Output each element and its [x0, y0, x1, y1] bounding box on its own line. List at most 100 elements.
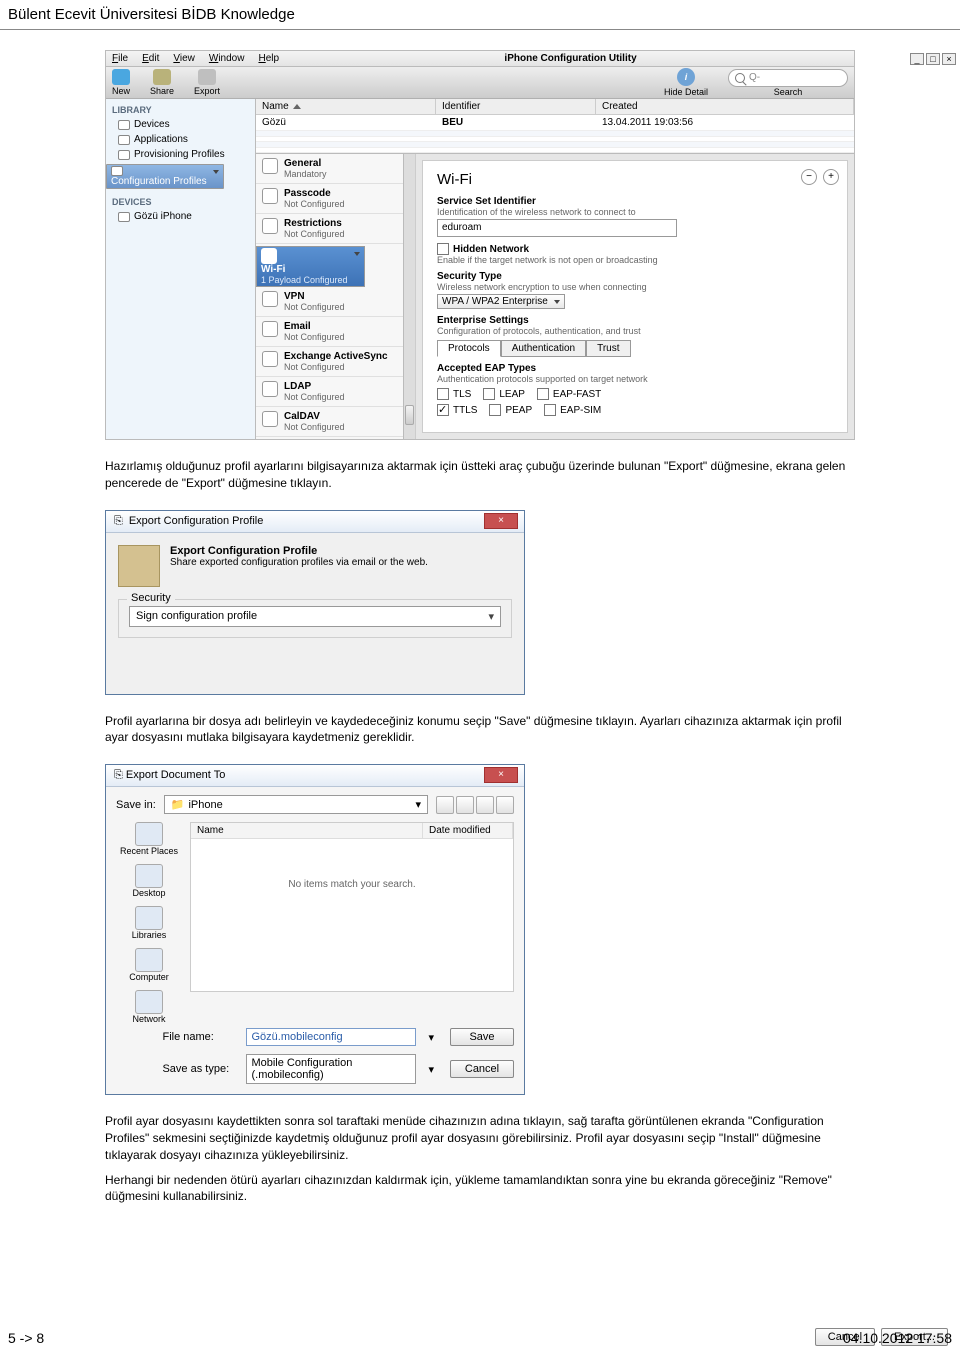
scrollbar-thumb[interactable]	[405, 405, 414, 425]
sectype-dropdown[interactable]: WPA / WPA2 Enterprise	[437, 294, 565, 309]
payload-title: Email	[284, 321, 345, 332]
export-button[interactable]: Export	[194, 69, 220, 96]
ent-desc: Configuration of protocols, authenticati…	[437, 326, 833, 336]
security-legend: Security	[127, 592, 175, 604]
sidebar-item-config-profiles[interactable]: Configuration Profiles	[106, 164, 224, 189]
detail-heading: Wi-Fi	[437, 171, 833, 188]
tab-protocols[interactable]: Protocols	[437, 340, 501, 357]
menu-file[interactable]: File	[112, 53, 128, 64]
place-recent[interactable]: Recent Places	[120, 822, 178, 856]
save-button[interactable]: Save	[450, 1028, 514, 1046]
payload-ldap[interactable]: LDAPNot Configured	[256, 377, 415, 407]
recent-icon	[135, 822, 163, 846]
add-payload-button[interactable]: +	[823, 169, 839, 185]
sidebar-item-applications[interactable]: Applications	[106, 132, 255, 147]
cell-name: Gözü	[256, 115, 436, 130]
payload-sub: Not Configured	[284, 302, 345, 312]
sort-asc-icon	[293, 104, 301, 109]
col-date[interactable]: Date modified	[423, 823, 513, 838]
folder-dropdown[interactable]: 📁iPhone▾	[164, 795, 428, 814]
page-number: 5 -> 8	[8, 1330, 44, 1346]
search-label: Search	[774, 87, 803, 97]
hide-detail-button[interactable]: iHide Detail	[664, 68, 708, 97]
menu-help[interactable]: Help	[258, 53, 279, 64]
close-icon[interactable]: ×	[942, 53, 956, 65]
ldap-icon	[262, 381, 278, 397]
savein-label: Save in:	[116, 799, 156, 811]
hidden-checkbox[interactable]	[437, 243, 449, 255]
provisioning-icon	[118, 150, 130, 160]
newfolder-button[interactable]	[476, 796, 494, 814]
ttls-checkbox[interactable]	[437, 404, 449, 416]
cancel-button[interactable]: Cancel	[450, 1060, 514, 1078]
remove-payload-button[interactable]: −	[801, 169, 817, 185]
export-icon: ⎘	[114, 769, 123, 781]
paragraph-2: Profil ayarlarına bir dosya adı belirley…	[105, 713, 855, 747]
payload-sub: Not Configured	[284, 392, 345, 402]
tab-trust[interactable]: Trust	[586, 340, 630, 357]
payload-title: Passcode	[284, 188, 345, 199]
place-label: Computer	[129, 972, 169, 982]
paragraph-1: Hazırlamış olduğunuz profil ayarlarını b…	[105, 458, 855, 492]
tls-label: TLS	[453, 389, 471, 400]
menu-edit[interactable]: Edit	[142, 53, 159, 64]
minimize-icon[interactable]: _	[910, 53, 924, 65]
col-name[interactable]: Name	[191, 823, 423, 838]
close-icon[interactable]: ×	[484, 767, 518, 783]
peap-checkbox[interactable]	[489, 404, 501, 416]
maximize-icon[interactable]: □	[926, 53, 940, 65]
scrollbar[interactable]	[403, 154, 415, 439]
payload-eas[interactable]: Exchange ActiveSyncNot Configured	[256, 347, 415, 377]
sign-dropdown[interactable]: Sign configuration profile	[129, 606, 501, 627]
menu-view[interactable]: View	[173, 53, 195, 64]
payload-caldav[interactable]: CalDAVNot Configured	[256, 407, 415, 437]
ttls-label: TTLS	[453, 405, 477, 416]
payload-restrictions[interactable]: RestrictionsNot Configured	[256, 214, 415, 244]
close-icon[interactable]: ×	[484, 513, 518, 529]
share-button[interactable]: Share	[150, 69, 174, 96]
table-row[interactable]: Gözü BEU 13.04.2011 19:03:56	[256, 115, 854, 131]
sectype-label: Security Type	[437, 271, 833, 282]
payload-sub: Mandatory	[284, 169, 327, 179]
payload-email[interactable]: EmailNot Configured	[256, 317, 415, 347]
payload-vpn[interactable]: VPNNot Configured	[256, 287, 415, 317]
col-name[interactable]: Name	[256, 99, 436, 114]
sidebar-label: Gözü iPhone	[134, 211, 192, 222]
place-libraries[interactable]: Libraries	[132, 906, 167, 940]
sidebar-item-provisioning[interactable]: Provisioning Profiles	[106, 147, 255, 162]
place-computer[interactable]: Computer	[129, 948, 169, 982]
payload-passcode[interactable]: PasscodeNot Configured	[256, 184, 415, 214]
sidebar-label: Devices	[134, 119, 170, 130]
viewmode-button[interactable]	[496, 796, 514, 814]
back-button[interactable]	[436, 796, 454, 814]
payload-list: GeneralMandatory PasscodeNot Configured …	[256, 154, 416, 439]
filename-label: File name:	[162, 1031, 238, 1043]
place-label: Desktop	[132, 888, 165, 898]
up-button[interactable]	[456, 796, 474, 814]
col-created[interactable]: Created	[596, 99, 854, 114]
filename-input[interactable]: Gözü.mobileconfig	[246, 1028, 416, 1046]
menu-window[interactable]: Window	[209, 53, 245, 64]
col-identifier[interactable]: Identifier	[436, 99, 596, 114]
peap-label: PEAP	[505, 405, 532, 416]
leap-checkbox[interactable]	[483, 388, 495, 400]
sidebar-item-device-1[interactable]: Gözü iPhone	[106, 209, 255, 224]
eapfast-checkbox[interactable]	[537, 388, 549, 400]
payload-sub: 1 Payload Configured	[261, 275, 348, 285]
payload-wifi[interactable]: Wi-Fi1 Payload Configured	[256, 246, 365, 287]
ssid-input[interactable]: eduroam	[437, 219, 677, 237]
new-button[interactable]: New	[112, 69, 130, 96]
computer-icon	[135, 948, 163, 972]
type-dropdown[interactable]: Mobile Configuration (.mobileconfig)	[246, 1054, 416, 1084]
payload-general[interactable]: GeneralMandatory	[256, 154, 415, 184]
search-input[interactable]: Q-	[728, 69, 848, 87]
place-network[interactable]: Network	[132, 990, 165, 1024]
tab-authentication[interactable]: Authentication	[501, 340, 586, 357]
payload-title: Exchange ActiveSync	[284, 351, 388, 362]
sidebar-item-devices[interactable]: Devices	[106, 117, 255, 132]
tls-checkbox[interactable]	[437, 388, 449, 400]
menubar: File Edit View Window Help iPhone Config…	[106, 51, 854, 67]
eapsim-checkbox[interactable]	[544, 404, 556, 416]
dialog-title: Export Document To	[126, 769, 225, 781]
place-desktop[interactable]: Desktop	[132, 864, 165, 898]
